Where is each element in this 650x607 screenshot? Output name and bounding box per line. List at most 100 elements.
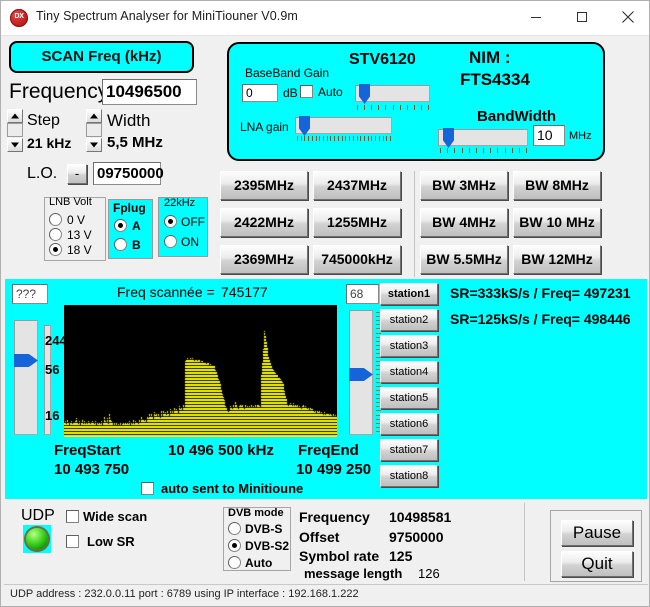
lo-minus-label: - xyxy=(74,166,80,181)
dvb-mode-option-dvb-s[interactable] xyxy=(228,522,241,535)
bandwidth-slider-thumb[interactable] xyxy=(443,128,454,148)
close-icon[interactable] xyxy=(605,1,649,33)
lo-minus-button[interactable]: - xyxy=(67,164,87,184)
frequency-input[interactable]: 10496500 xyxy=(102,79,197,105)
station-button-5-label: station5 xyxy=(389,392,429,404)
lnb-volt-option-13v[interactable] xyxy=(49,228,62,241)
station-button-1[interactable]: station1 xyxy=(380,283,438,305)
spectrum-canvas[interactable] xyxy=(64,305,337,437)
low-sr-checkbox[interactable] xyxy=(66,535,79,548)
freqend-value: 10 499 250 xyxy=(296,461,372,478)
freq-preset-2437mhz[interactable]: 2437MHz xyxy=(313,171,401,200)
station-button-7-label: station7 xyxy=(389,444,429,456)
spectrum-gain-slider-track[interactable] xyxy=(14,320,38,435)
wide-scan-checkbox[interactable] xyxy=(66,510,79,523)
lnb-volt-option-0v[interactable] xyxy=(49,213,62,226)
station-button-2[interactable]: station2 xyxy=(380,309,438,331)
readout-symbol-rate-label: Symbol rate xyxy=(299,548,380,564)
spectrum-threshold-slider-track[interactable] xyxy=(349,310,373,435)
fplug-option-b[interactable] xyxy=(114,238,127,251)
lna-gain-slider-thumb[interactable] xyxy=(299,116,310,136)
dvb-mode-option-dvb-s-label: DVB-S xyxy=(245,522,283,536)
bw-preset-10mhz[interactable]: BW 10 MHz xyxy=(513,208,601,237)
lnb-volt-option-18v-label: 18 V xyxy=(67,243,92,257)
freqend-label: FreqEnd xyxy=(298,442,359,459)
station-readout-2: SR=125kS/s / Freq= 498446 xyxy=(450,311,631,327)
pause-button[interactable]: Pause xyxy=(561,520,633,546)
tone-22khz-group: 22kHz OFF ON xyxy=(158,197,208,257)
station-button-1-label: station1 xyxy=(387,288,431,300)
tuner-chip-label: STV6120 xyxy=(349,51,416,68)
scan-freq-button[interactable]: SCAN Freq (kHz) xyxy=(9,41,194,73)
auto-sent-checkbox[interactable] xyxy=(141,482,154,495)
station-button-3[interactable]: station3 xyxy=(380,335,438,357)
bw-preset-4mhz[interactable]: BW 4MHz xyxy=(420,208,508,237)
auto-sent-label: auto sent to Minitioune xyxy=(161,481,304,496)
bottom-divider xyxy=(524,503,525,581)
station-button-8[interactable]: station8 xyxy=(380,465,438,487)
tone-22khz-option-on[interactable] xyxy=(164,235,177,248)
bandwidth-slider-track[interactable] xyxy=(438,128,528,148)
quit-button[interactable]: Quit xyxy=(561,551,633,577)
width-spinner-up[interactable] xyxy=(86,109,102,123)
maximize-icon[interactable] xyxy=(559,1,605,33)
baseband-gain-input[interactable]: 0 xyxy=(242,84,278,102)
station-button-4[interactable]: station4 xyxy=(380,361,438,383)
freq-preset-1255mhz[interactable]: 1255MHz xyxy=(313,208,401,237)
freqstart-value: 10 493 750 xyxy=(54,461,130,478)
step-spinner-down[interactable] xyxy=(7,138,23,152)
spectrum-gain-slider-thumb[interactable] xyxy=(14,354,38,367)
lnb-volt-group: LNB Volt 0 V 13 V 18 V xyxy=(44,196,106,261)
baseband-gain-slider-track[interactable] xyxy=(355,84,430,104)
station-button-6[interactable]: station6 xyxy=(380,413,438,435)
freq-preset-745000khz[interactable]: 745000kHz xyxy=(313,245,401,274)
dvb-mode-option-dvb-s2[interactable] xyxy=(228,539,241,552)
station-button-7[interactable]: station7 xyxy=(380,439,438,461)
lnb-volt-option-13v-label: 13 V xyxy=(67,228,92,242)
lna-gain-label: LNA gain xyxy=(240,120,289,134)
width-spinner-down[interactable] xyxy=(86,138,102,152)
width-spinner[interactable] xyxy=(86,109,102,152)
station-button-6-label: station6 xyxy=(389,418,429,430)
bw-preset-3mhz-label: BW 3MHz xyxy=(432,177,496,193)
bw-preset-12mhz[interactable]: BW 12MHz xyxy=(513,245,601,274)
spectrum-threshold-slider-thumb[interactable] xyxy=(349,368,373,381)
dvb-mode-option-auto-label: Auto xyxy=(245,556,273,570)
freq-preset-2395mhz[interactable]: 2395MHz xyxy=(220,171,308,200)
quit-button-label: Quit xyxy=(581,554,613,573)
fplug-option-a[interactable] xyxy=(114,219,127,232)
lnb-volt-option-18v[interactable] xyxy=(49,243,62,256)
bw-preset-5-5mhz[interactable]: BW 5.5MHz xyxy=(420,245,508,274)
preset-divider xyxy=(414,171,415,277)
spectrum-plot[interactable] xyxy=(64,305,337,437)
frequency-input-value: 10496500 xyxy=(106,82,182,101)
station-button-4-label: station4 xyxy=(389,366,429,378)
auto-gain-checkbox[interactable] xyxy=(300,85,313,98)
lo-input[interactable]: 09750000 xyxy=(93,162,164,185)
baseband-gain-slider-thumb[interactable] xyxy=(359,84,370,104)
freq-preset-2369mhz[interactable]: 2369MHz xyxy=(220,245,308,274)
bw-preset-3mhz[interactable]: BW 3MHz xyxy=(420,171,508,200)
spectrum-right-value-box[interactable]: 68 xyxy=(346,284,379,304)
step-spinner[interactable] xyxy=(7,109,23,152)
station-button-3-label: station3 xyxy=(389,340,429,352)
bandwidth-input[interactable]: 10 xyxy=(533,125,565,146)
title-bar: DX Tiny Spectrum Analyser for MiniTioune… xyxy=(1,1,649,36)
freq-scanned-label: Freq scannée = xyxy=(117,284,215,300)
station-button-5[interactable]: station5 xyxy=(380,387,438,409)
width-value: 5,5 MHz xyxy=(107,134,163,151)
tone-22khz-option-off[interactable] xyxy=(164,215,177,228)
spectrum-section: ??? Freq scannée = 745177 244 56 16 68 F… xyxy=(5,279,647,499)
step-spinner-up[interactable] xyxy=(7,109,23,123)
bw-preset-8mhz[interactable]: BW 8MHz xyxy=(513,171,601,200)
freq-preset-2422mhz[interactable]: 2422MHz xyxy=(220,208,308,237)
tone-22khz-title: 22kHz xyxy=(164,197,196,209)
minimize-icon[interactable] xyxy=(513,1,559,33)
lna-gain-slider-track[interactable] xyxy=(295,116,392,136)
dvb-mode-option-dvb-s2-label: DVB-S2 xyxy=(245,539,290,553)
width-label: Width xyxy=(107,111,151,130)
lo-label: L.O. xyxy=(27,165,58,182)
auto-gain-label: Auto xyxy=(318,85,343,99)
dvb-mode-option-auto[interactable] xyxy=(228,556,241,569)
spectrum-left-value-box[interactable]: ??? xyxy=(12,284,48,304)
